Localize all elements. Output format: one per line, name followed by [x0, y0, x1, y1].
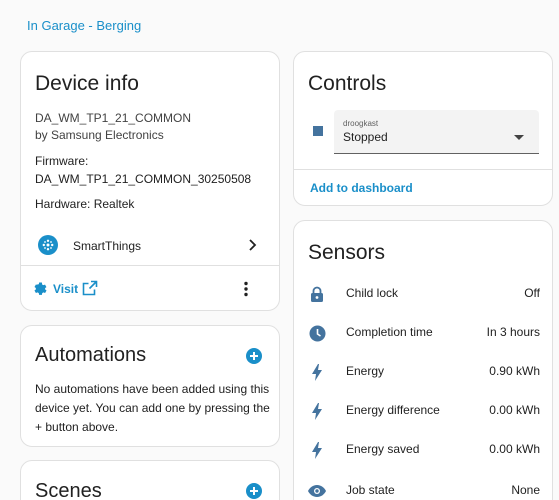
sensor-name: Completion time [346, 325, 433, 339]
automations-title: Automations [35, 344, 147, 366]
lightning-icon [308, 402, 326, 420]
add-to-dashboard-button[interactable]: Add to dashboard [310, 181, 413, 195]
hardware-info: Hardware: Realtek [35, 197, 135, 211]
automations-card: Automations No automations have been add… [20, 325, 280, 447]
breadcrumb[interactable]: In Garage - Berging [27, 18, 141, 33]
select-label: droogkast [343, 119, 379, 128]
sensor-name: Energy [346, 364, 385, 378]
lightning-icon [308, 363, 326, 381]
droogkast-select[interactable]: droogkast Stopped [334, 110, 539, 154]
add-scene-button[interactable] [246, 483, 262, 499]
sensor-name: Child lock [346, 286, 399, 300]
sensor-row-energy-saved[interactable]: Energy saved 0.00 kWh [294, 430, 552, 469]
firmware-value: DA_WM_TP1_21_COMMON_30250508 [35, 172, 252, 186]
add-automation-button[interactable] [246, 348, 262, 364]
sensor-value: 0.00 kWh [489, 442, 540, 456]
controls-card: Controls droogkast Stopped Add to dashbo… [293, 51, 553, 206]
sensor-value: 0.00 kWh [489, 403, 540, 417]
sensor-row-energy-difference[interactable]: Energy difference 0.00 kWh [294, 391, 552, 430]
sensor-value: In 3 hours [486, 325, 540, 339]
lock-icon [308, 285, 326, 303]
sensor-value: 0.90 kWh [489, 364, 540, 378]
open-external-icon[interactable] [82, 280, 98, 301]
device-info-card: Device info DA_WM_TP1_21_COMMON by Samsu… [20, 51, 280, 311]
controls-title: Controls [308, 72, 387, 95]
sensor-name: Job state [346, 483, 395, 497]
firmware-label: Firmware: [35, 154, 89, 168]
sensor-row-child-lock[interactable]: Child lock Off [294, 274, 552, 313]
sensors-title: Sensors [308, 241, 386, 264]
sensor-value: None [511, 483, 540, 497]
visit-label: Visit [53, 282, 79, 296]
card-divider [21, 265, 279, 266]
sensor-row-job-state[interactable]: Job state None [294, 471, 552, 500]
stop-icon [313, 126, 323, 136]
sensors-card: Sensors Child lock Off Completion time I… [293, 220, 553, 500]
sensor-row-energy[interactable]: Energy 0.90 kWh [294, 352, 552, 391]
chevron-down-icon [514, 128, 524, 146]
chevron-right-icon [247, 238, 259, 257]
lightning-icon [308, 441, 326, 459]
sensor-name: Energy difference [346, 403, 440, 417]
sensor-value: Off [524, 286, 540, 300]
controls-divider [294, 169, 552, 170]
scenes-title: Scenes [35, 480, 102, 500]
more-menu-icon[interactable] [243, 281, 249, 297]
sensor-row-completion-time[interactable]: Completion time In 3 hours [294, 313, 552, 352]
scenes-card: Scenes [20, 460, 280, 500]
automations-empty-text: No automations have been added using thi… [35, 382, 270, 434]
device-manufacturer: by Samsung Electronics [35, 128, 164, 142]
smartthings-icon [38, 235, 58, 255]
device-info-title: Device info [35, 72, 139, 95]
gear-icon [32, 280, 49, 302]
integration-row[interactable]: SmartThings [21, 230, 279, 264]
select-value: Stopped [343, 130, 388, 144]
eye-icon [308, 482, 326, 500]
device-model: DA_WM_TP1_21_COMMON [35, 111, 192, 125]
integration-label: SmartThings [73, 239, 142, 253]
sensor-name: Energy saved [346, 442, 420, 456]
clock-icon [308, 324, 326, 342]
